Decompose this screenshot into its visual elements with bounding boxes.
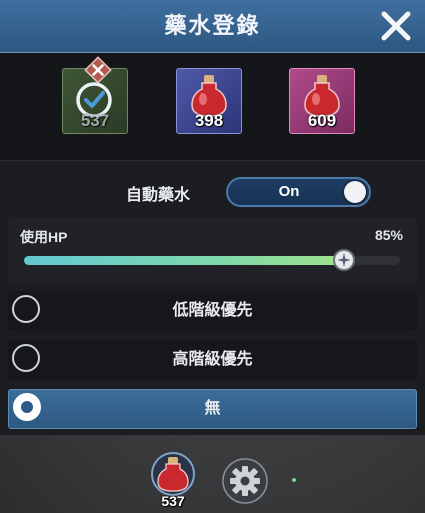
divider [0,160,425,161]
toggle-state-text: On [278,183,300,200]
potion-registration-panel: 藥水登錄 537 398 609 自動藥水 On 使用HP 85% 低階級優先 … [0,0,425,435]
option-label: 無 [204,400,221,417]
hp-label: 使用HP [20,229,68,245]
potion-slot-1-count: 537 [80,111,110,130]
status-dot [292,478,296,482]
hp-slider[interactable] [24,249,400,271]
close-button[interactable] [379,9,413,43]
potion-slot-3[interactable]: 609 [289,68,355,134]
option-low-grade-first[interactable]: 低階級優先 [8,291,417,331]
potion-slot-2[interactable]: 398 [176,68,242,134]
option-high-grade-first[interactable]: 高階級優先 [8,340,417,380]
auto-potion-toggle[interactable]: On [226,177,371,207]
option-label: 低階級優先 [172,302,253,319]
toggle-knob [344,181,366,203]
option-label: 高階級優先 [172,351,253,368]
potion-slot-3-count: 609 [307,111,337,130]
potion-slot-2-count: 398 [194,111,224,130]
gear-icon [222,458,268,504]
quick-potion-count: 537 [161,493,185,509]
hp-slider-handle[interactable] [332,249,355,271]
handle-sparkle-icon [336,253,351,267]
hp-slider-fill [24,256,344,265]
option-none[interactable]: 無 [8,389,417,429]
auto-potion-label: 自動藥水 [125,187,190,204]
potion-slot-row: 537 398 609 [0,53,425,160]
hp-threshold-box: 使用HP 85% [8,218,417,283]
panel-header: 藥水登錄 [0,0,425,53]
remove-x-icon[interactable] [84,56,112,84]
hp-value: 85% [374,227,403,243]
settings-button[interactable] [222,458,268,504]
close-icon [381,11,411,41]
panel-title: 藥水登錄 [164,13,261,38]
